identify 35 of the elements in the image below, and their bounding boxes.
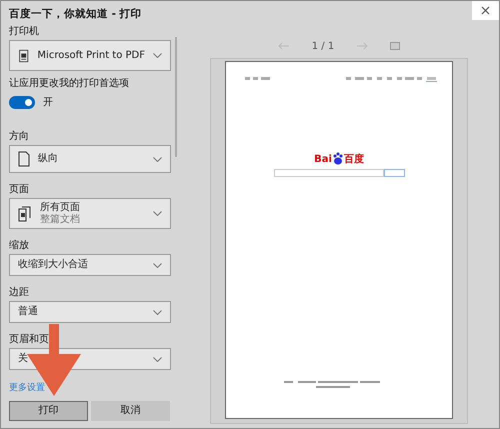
dropdown[interactable]: Microsoft Print to PDF xyxy=(9,40,171,71)
logo-text: 百度 xyxy=(344,155,364,165)
field-label: 页面 xyxy=(9,183,30,197)
chevron-down-icon xyxy=(153,53,162,58)
toggle-state-label: 开 xyxy=(43,96,53,110)
left-arrow-icon[interactable] xyxy=(278,42,290,50)
field-label: 边距 xyxy=(9,286,30,300)
close-icon[interactable] xyxy=(472,1,499,20)
field-label: 缩放 xyxy=(9,239,30,253)
document-icon xyxy=(18,151,30,167)
dropdown[interactable]: 纵向 xyxy=(9,145,171,173)
field-label: 打印机 xyxy=(9,25,40,39)
field-label: 方向 xyxy=(9,130,30,144)
chevron-down-icon xyxy=(153,156,162,162)
field-label: 页眉和页 xyxy=(9,333,50,347)
right-arrow-icon[interactable] xyxy=(356,42,368,50)
fit-page-icon[interactable] xyxy=(390,42,400,50)
print-button[interactable]: 打印 xyxy=(9,400,88,420)
scrollbar[interactable] xyxy=(175,37,177,157)
dropdown[interactable]: 收缩到大小合适 xyxy=(9,254,171,276)
printer-icon xyxy=(18,48,30,64)
pages-icon xyxy=(18,206,32,222)
page-indicator: 1 / 1 xyxy=(312,40,334,54)
chevron-down-icon xyxy=(153,262,162,268)
toggle-switch[interactable] xyxy=(9,96,35,109)
chevron-down-icon xyxy=(153,211,162,216)
paw-icon xyxy=(332,152,344,165)
dropdown[interactable]: 普通 xyxy=(9,301,171,323)
window-title: 百度一下，你就知道 - 打印 xyxy=(9,7,143,22)
dropdown[interactable]: 所有页面 整篇文档 xyxy=(9,198,171,229)
field-label: 让应用更改我的打印首选项 xyxy=(9,77,130,91)
cancel-button[interactable]: 取消 xyxy=(91,400,170,420)
chevron-down-icon xyxy=(153,310,162,314)
logo-text: Bai xyxy=(314,155,332,165)
chevron-down-icon xyxy=(153,356,162,362)
